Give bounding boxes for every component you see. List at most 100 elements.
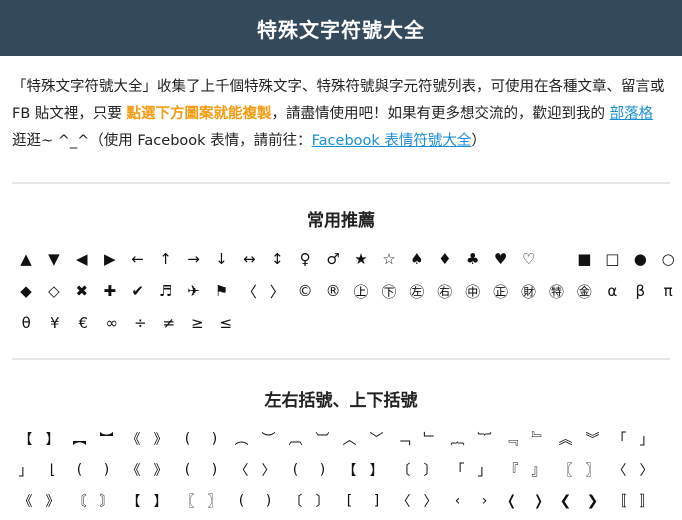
- symbol-cell[interactable]: [: [336, 493, 363, 509]
- symbol-cell[interactable]: ○: [654, 250, 682, 268]
- symbol-cell[interactable]: 》: [39, 491, 66, 511]
- symbol-cell[interactable]: ﹄: [525, 429, 552, 449]
- symbol-cell[interactable]: 《: [120, 429, 147, 449]
- symbol-cell[interactable]: 〈: [235, 281, 263, 302]
- symbol-cell[interactable]: ㊨: [431, 281, 459, 302]
- symbol-cell[interactable]: 《: [12, 491, 39, 511]
- symbol-cell[interactable]: ★: [347, 250, 375, 268]
- symbol-cell[interactable]: ♂: [319, 250, 347, 268]
- symbol-cell[interactable]: ♀: [291, 250, 319, 268]
- symbol-cell[interactable]: 〘: [66, 491, 93, 511]
- symbol-cell[interactable]: 」: [12, 460, 39, 480]
- symbol-cell[interactable]: →: [180, 250, 208, 268]
- symbol-cell[interactable]: 】: [363, 460, 390, 480]
- symbol-cell[interactable]: ︹: [282, 429, 309, 449]
- symbol-cell[interactable]: ♥: [487, 250, 515, 268]
- symbol-cell[interactable]: 「: [444, 460, 471, 480]
- symbol-cell[interactable]: €: [69, 314, 98, 332]
- symbol-cell[interactable]: ): [201, 431, 228, 447]
- symbol-cell[interactable]: 》: [147, 460, 174, 480]
- symbol-cell[interactable]: α: [598, 282, 626, 300]
- symbol-cell[interactable]: ⌊: [39, 462, 66, 478]
- symbol-cell[interactable]: ㊖: [515, 281, 543, 302]
- symbol-cell[interactable]: 「: [606, 429, 633, 449]
- symbol-cell[interactable]: ︼: [93, 429, 120, 449]
- symbol-cell[interactable]: 】: [39, 429, 66, 449]
- symbol-cell[interactable]: ︸: [471, 429, 498, 449]
- symbol-cell[interactable]: ﹀: [363, 429, 390, 449]
- symbol-cell[interactable]: 〖: [174, 491, 201, 511]
- symbol-cell[interactable]: ): [309, 462, 336, 478]
- symbol-cell[interactable]: ︵: [228, 429, 255, 449]
- symbol-cell[interactable]: 〉: [255, 460, 282, 480]
- symbol-cell[interactable]: ®: [319, 282, 347, 300]
- symbol-cell[interactable]: ♬: [152, 282, 180, 300]
- symbol-cell[interactable]: ≤: [212, 314, 241, 332]
- symbol-cell[interactable]: □: [598, 250, 626, 268]
- symbol-cell[interactable]: 』: [525, 460, 552, 480]
- symbol-cell[interactable]: ❭: [525, 493, 552, 509]
- symbol-cell[interactable]: ◀: [68, 250, 96, 268]
- symbol-cell[interactable]: ♣: [459, 250, 487, 268]
- symbol-cell[interactable]: ◆: [12, 282, 40, 300]
- symbol-cell[interactable]: 《: [120, 460, 147, 480]
- symbol-cell[interactable]: ❬: [498, 493, 525, 509]
- symbol-cell[interactable]: ❯: [579, 493, 606, 509]
- symbol-cell[interactable]: (: [174, 462, 201, 478]
- symbol-cell[interactable]: θ: [12, 314, 41, 332]
- symbol-cell[interactable]: 〈: [228, 460, 255, 480]
- symbol-cell[interactable]: ︶: [255, 429, 282, 449]
- symbol-cell[interactable]: ☆: [375, 250, 403, 268]
- symbol-cell[interactable]: β: [626, 282, 654, 300]
- symbol-cell[interactable]: 〉: [263, 281, 291, 302]
- symbol-cell[interactable]: ●: [626, 250, 654, 268]
- symbol-cell[interactable]: 〈: [606, 460, 633, 480]
- symbol-cell[interactable]: ↕: [263, 250, 291, 268]
- symbol-cell[interactable]: ←: [124, 250, 152, 268]
- blog-link[interactable]: 部落格: [610, 106, 654, 122]
- symbol-cell[interactable]: (: [282, 462, 309, 478]
- symbol-cell[interactable]: ◇: [40, 282, 68, 300]
- symbol-cell[interactable]: ㊧: [403, 281, 431, 302]
- symbol-cell[interactable]: ): [93, 462, 120, 478]
- symbol-cell[interactable]: 〕: [309, 491, 336, 511]
- symbol-cell[interactable]: 〗: [201, 491, 228, 511]
- symbol-cell[interactable]: ✖: [68, 282, 96, 300]
- symbol-cell[interactable]: ㊥: [459, 281, 487, 302]
- symbol-cell[interactable]: 」: [471, 460, 498, 480]
- symbol-cell[interactable]: ㊦: [375, 281, 403, 302]
- symbol-cell[interactable]: π: [654, 282, 682, 300]
- symbol-cell[interactable]: ∞: [98, 314, 127, 332]
- symbol-cell[interactable]: ↔: [235, 250, 263, 268]
- symbol-cell[interactable]: 】: [147, 491, 174, 511]
- symbol-cell[interactable]: ©: [291, 282, 319, 300]
- symbol-cell[interactable]: ﹃: [498, 429, 525, 449]
- facebook-emoji-link[interactable]: Facebook 表情符號大全: [312, 133, 472, 149]
- symbol-cell[interactable]: ︾: [579, 429, 606, 449]
- symbol-cell[interactable]: 〛: [633, 491, 660, 511]
- symbol-cell[interactable]: ︻: [66, 429, 93, 449]
- symbol-cell[interactable]: (: [228, 493, 255, 509]
- symbol-cell[interactable]: 『: [498, 460, 525, 480]
- symbol-cell[interactable]: 〉: [633, 460, 660, 480]
- symbol-cell[interactable]: ✔: [124, 282, 152, 300]
- symbol-cell[interactable]: ♡: [515, 250, 543, 268]
- symbol-cell[interactable]: ≠: [155, 314, 184, 332]
- symbol-cell[interactable]: 〕: [417, 460, 444, 480]
- symbol-cell[interactable]: 〉: [417, 491, 444, 511]
- symbol-cell[interactable]: 〔: [282, 491, 309, 511]
- symbol-cell[interactable]: ): [201, 462, 228, 478]
- symbol-cell[interactable]: ■: [570, 250, 598, 268]
- symbol-cell[interactable]: ︷: [444, 429, 471, 449]
- symbol-cell[interactable]: 〔: [390, 460, 417, 480]
- symbol-cell[interactable]: ›: [471, 493, 498, 509]
- symbol-cell[interactable]: 〈: [390, 491, 417, 511]
- symbol-cell[interactable]: ❮: [552, 493, 579, 509]
- symbol-cell[interactable]: ▼: [40, 250, 68, 268]
- symbol-cell[interactable]: ︺: [309, 429, 336, 449]
- symbol-cell[interactable]: 〚: [606, 491, 633, 511]
- symbol-cell[interactable]: 〖: [552, 460, 579, 480]
- symbol-cell[interactable]: (: [174, 431, 201, 447]
- symbol-cell[interactable]: ㊎: [570, 281, 598, 302]
- symbol-cell[interactable]: ↓: [207, 250, 235, 268]
